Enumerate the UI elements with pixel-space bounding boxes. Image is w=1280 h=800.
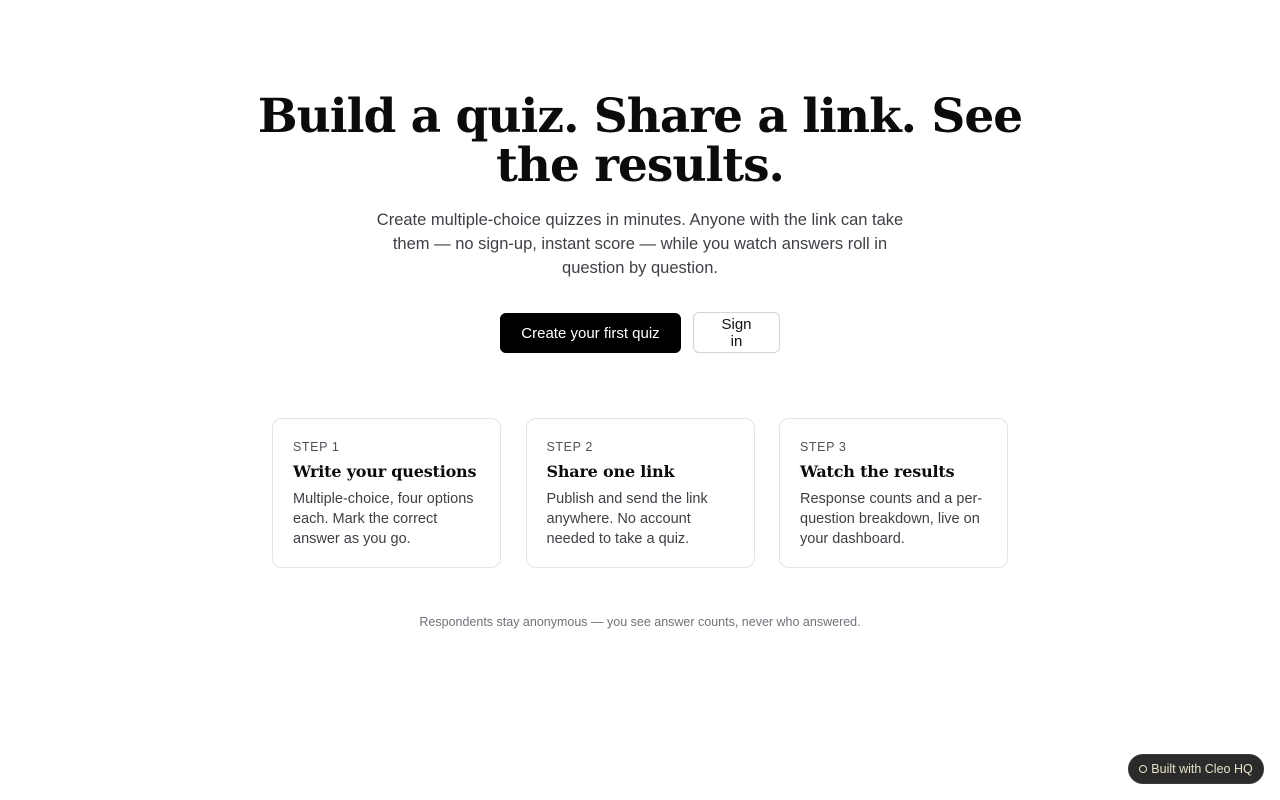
circle-outline-icon [1139,765,1148,773]
step-card-1: STEP 1 Write your questions Multiple-cho… [272,418,501,568]
step-label: STEP 2 [546,440,593,454]
step-title: Write your questions [293,462,477,481]
hero-title: Build a quiz. Share a link. See the resu… [257,89,1023,193]
cta-row: Create your first quiz Sign in [0,312,1280,353]
sign-in-button[interactable]: Sign in [693,312,780,353]
step-label: STEP 3 [800,440,847,454]
built-with-badge[interactable]: Built with Cleo HQ [1128,754,1264,784]
landing-page: Build a quiz. Share a link. See the resu… [0,0,1280,800]
step-title: Share one link [546,462,675,481]
step-title: Watch the results [800,462,955,481]
hero-subtitle: Create multiple-choice quizzes in minute… [376,211,904,277]
steps-section: STEP 1 Write your questions Multiple-cho… [272,418,1008,568]
create-first-quiz-button[interactable]: Create your first quiz [500,313,681,353]
step-card-2: STEP 2 Share one link Publish and send t… [525,418,755,568]
step-description: Response counts and a per-question break… [800,491,983,547]
badge-label: Built with Cleo HQ [1151,762,1253,776]
step-label: STEP 1 [293,440,340,454]
step-card-3: STEP 3 Watch the results Response counts… [779,418,1008,568]
step-description: Multiple-choice, four options each. Mark… [293,491,474,547]
step-description: Publish and send the link anywhere. No a… [546,491,708,547]
privacy-note: Respondents stay anonymous — you see ans… [419,615,861,629]
